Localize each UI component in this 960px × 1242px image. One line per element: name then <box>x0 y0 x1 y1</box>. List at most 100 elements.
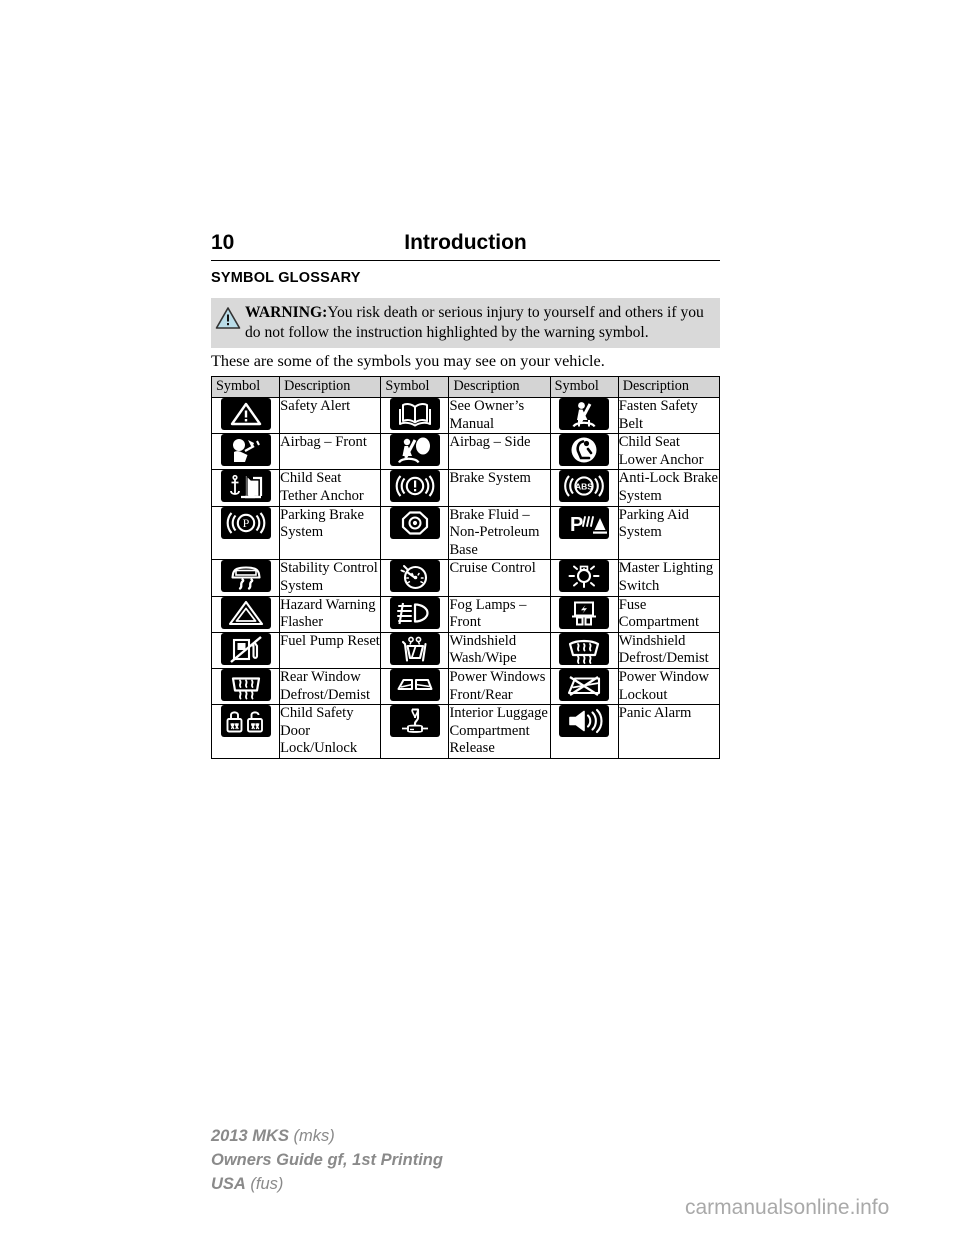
table-row: Rear Window Defrost/Demist Power Windows … <box>210 667 721 706</box>
symbol-cell: P <box>210 505 281 561</box>
description-cell: Fuel Pump Reset <box>279 631 382 669</box>
symbol-cell <box>380 559 450 597</box>
symbol-cell <box>549 667 619 706</box>
description-cell: Child Safety Door Lock/Unlock <box>279 704 382 759</box>
power-windows-front-rear-icon <box>389 668 440 701</box>
description-cell: Fasten Safety Belt <box>617 396 721 435</box>
symbol-cell <box>549 396 619 435</box>
parking-aid-system-icon: P <box>559 506 610 539</box>
symbol-cell <box>380 469 450 507</box>
safety-alert-icon <box>220 398 271 430</box>
child-seat-lower-anchor-icon <box>559 434 610 467</box>
document-footer: 2013 MKS (mks) Owners Guide gf, 1st Prin… <box>211 1124 443 1196</box>
description-cell: Brake System <box>448 469 551 507</box>
windshield-wash-wipe-icon <box>389 632 440 665</box>
description-cell: Anti-Lock Brake System <box>617 469 721 507</box>
stability-control-system-icon <box>220 560 271 593</box>
description-cell: Windshield Wash/Wipe <box>448 631 551 669</box>
description-cell: Child Seat Lower Anchor <box>617 433 721 471</box>
description-cell: Power Windows Front/Rear <box>448 667 551 706</box>
description-cell: Airbag – Front <box>279 433 382 471</box>
table-row: Hazard Warning Flasher Fog Lamps – Front F… <box>210 595 721 633</box>
owners-manual-icon <box>389 398 440 430</box>
description-cell: Panic Alarm <box>617 704 721 759</box>
table-row: Airbag – Front Airbag – Side Child Seat Lo… <box>210 433 721 471</box>
brake-system-icon <box>389 470 440 503</box>
symbol-cell <box>380 667 450 706</box>
table-row: Child Safety Door Lock/Unlock Interior Lu… <box>210 704 721 759</box>
footer-line-2: Owners Guide gf, 1st Printing <box>211 1151 443 1169</box>
fog-lamps-front-icon <box>389 596 440 629</box>
warning-text: WARNING:You risk death or serious injury… <box>245 303 716 342</box>
cruise-control-icon <box>389 560 440 593</box>
parking-brake-system-icon: P <box>220 506 271 539</box>
col-header-description-3: Description <box>617 376 721 398</box>
master-lighting-switch-icon <box>559 560 610 593</box>
description-cell: See Owner’s Manual <box>448 396 551 435</box>
symbol-cell <box>549 559 619 597</box>
description-cell: Airbag – Side <box>448 433 551 471</box>
section-title: SYMBOL GLOSSARY <box>211 270 361 286</box>
fuse-compartment-icon <box>559 596 610 629</box>
warning-box: WARNING:You risk death or serious injury… <box>211 298 720 348</box>
symbol-cell <box>380 704 450 759</box>
footer-line-1: 2013 MKS (mks) <box>211 1124 443 1148</box>
description-cell: Windshield Defrost/Demist <box>617 631 721 669</box>
symbol-cell <box>549 704 619 759</box>
table-row: Safety Alert See Owner’s Manual Fasten Saf… <box>210 396 721 435</box>
airbag-front-icon <box>220 434 271 467</box>
symbol-cell: ABS <box>549 469 619 507</box>
hazard-warning-flasher-icon <box>220 596 271 629</box>
symbol-cell <box>380 396 450 435</box>
symbol-cell <box>380 631 450 669</box>
symbol-cell <box>380 595 450 633</box>
col-header-symbol-2: Symbol <box>380 376 450 398</box>
symbol-cell <box>549 433 619 471</box>
description-cell: Brake Fluid – Non-Petroleum Base <box>448 505 551 561</box>
symbol-cell <box>210 559 281 597</box>
description-cell: Safety Alert <box>279 396 382 435</box>
symbol-cell <box>210 396 281 435</box>
symbol-cell <box>210 667 281 706</box>
col-header-description-1: Description <box>279 376 382 398</box>
svg-text:P: P <box>242 516 249 530</box>
table-body: Safety Alert See Owner’s Manual Fasten Saf… <box>210 396 721 759</box>
symbol-cell <box>210 433 281 471</box>
description-cell: Child Seat Tether Anchor <box>279 469 382 507</box>
symbol-cell <box>380 505 450 561</box>
symbol-cell <box>380 433 450 471</box>
brake-fluid-non-petroleum-icon <box>389 506 440 539</box>
page-header: 10 Introduction <box>211 229 720 261</box>
document-page: 10 Introduction SYMBOL GLOSSARY WARNING:… <box>0 0 960 1242</box>
footer-line-3: USA (fus) <box>211 1172 443 1196</box>
footer-model-code: (mks) <box>288 1127 335 1145</box>
description-cell: Rear Window Defrost/Demist <box>279 667 382 706</box>
symbol-cell <box>210 704 281 759</box>
description-cell: Fog Lamps – Front <box>448 595 551 633</box>
symbol-cell <box>210 631 281 669</box>
symbol-cell <box>549 595 619 633</box>
description-cell: Fuse Compartment <box>617 595 721 633</box>
description-cell: Master Lighting Switch <box>617 559 721 597</box>
description-cell: Interior Luggage Compartment Release <box>448 704 551 759</box>
symbol-cell <box>210 595 281 633</box>
footer-market-code: (fus) <box>245 1175 284 1193</box>
footer-market: USA <box>211 1175 246 1193</box>
airbag-side-icon <box>389 434 440 467</box>
fasten-safety-belt-icon <box>559 398 610 430</box>
fuel-pump-reset-icon <box>220 632 271 665</box>
table-row: P Parking Brake System Brake Fluid – Non-P… <box>210 505 721 561</box>
symbol-cell <box>210 469 281 507</box>
symbol-glossary-table: Symbol Description Symbol Description Sy… <box>210 376 721 759</box>
child-safety-door-lock-unlock-icon <box>220 705 271 738</box>
warning-triangle-icon <box>215 303 245 335</box>
symbol-cell: P <box>549 505 619 561</box>
table-header-row: Symbol Description Symbol Description Sy… <box>210 376 721 398</box>
child-seat-tether-anchor-icon <box>220 470 271 503</box>
description-cell: Cruise Control <box>448 559 551 597</box>
panic-alarm-icon <box>559 705 610 738</box>
svg-text:P: P <box>570 514 583 536</box>
table-row: Stability Control System Cruise Control Ma… <box>210 559 721 597</box>
description-cell: Power Window Lockout <box>617 667 721 706</box>
table-row: Fuel Pump Reset Windshield Wash/Wipe Winds… <box>210 631 721 669</box>
